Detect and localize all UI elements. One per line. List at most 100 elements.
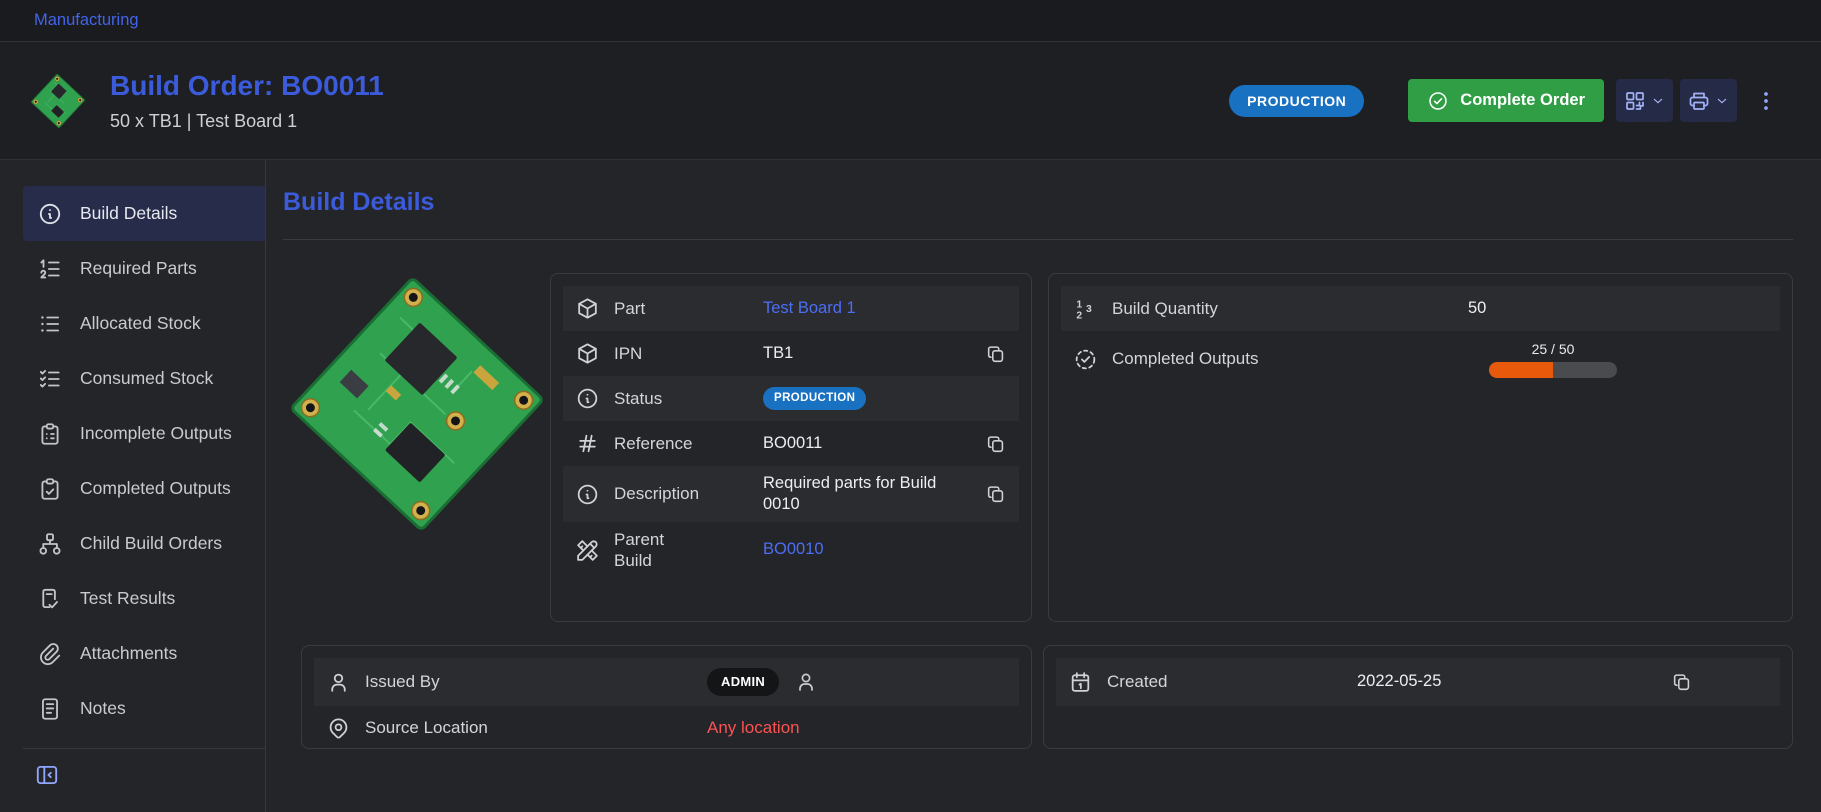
- complete-order-label: Complete Order: [1460, 91, 1585, 110]
- sidebar-divider: [23, 748, 265, 749]
- copy-icon: [985, 343, 1007, 365]
- hash-icon: [575, 431, 600, 456]
- progress-text: 25 / 50: [1532, 340, 1575, 358]
- complete-order-button[interactable]: Complete Order: [1408, 79, 1604, 122]
- copy-button[interactable]: [985, 433, 1007, 455]
- qrcode-icon: [1623, 89, 1647, 113]
- detail-label: IPN: [614, 343, 749, 364]
- svg-text:2: 2: [1076, 310, 1082, 321]
- svg-text:3: 3: [1086, 304, 1092, 315]
- page-title: Build Order: BO0011: [110, 70, 384, 102]
- sidebar-collapse-button[interactable]: [34, 759, 66, 791]
- map-pin-icon: [326, 716, 351, 741]
- sidebar-item-build-details[interactable]: Build Details: [23, 186, 265, 241]
- part-thumbnail[interactable]: [30, 73, 86, 129]
- issued-by-badge: ADMIN: [707, 668, 779, 697]
- sidebar-item-label: Build Details: [80, 203, 177, 224]
- main-panel: Build Details: [266, 160, 1821, 812]
- detail-row-created: Created 2022-05-25: [1056, 658, 1780, 706]
- breadcrumb: Manufacturing: [0, 0, 1821, 42]
- detail-label: Part: [614, 298, 749, 319]
- sidebar-item-required-parts[interactable]: Required Parts: [23, 241, 265, 296]
- detail-label: Completed Outputs: [1112, 348, 1454, 369]
- created-card: Created 2022-05-25: [1043, 645, 1793, 749]
- info-circle-icon: [575, 386, 600, 411]
- copy-button[interactable]: [985, 343, 1007, 365]
- file-check-icon: [37, 586, 63, 612]
- calendar-icon: [1068, 670, 1093, 695]
- list-numbers-icon: [37, 256, 63, 282]
- sidebar-item-attachments[interactable]: Attachments: [23, 626, 265, 681]
- detail-label: Created: [1107, 671, 1343, 692]
- list-check-icon: [37, 366, 63, 392]
- sidebar-item-label: Notes: [80, 698, 126, 719]
- sidebar-item-label: Completed Outputs: [80, 478, 231, 499]
- copy-icon: [985, 433, 1007, 455]
- clipboard-list-icon: [37, 421, 63, 447]
- sidebar-item-consumed-stock[interactable]: Consumed Stock: [23, 351, 265, 406]
- detail-label: Parent Build: [614, 529, 678, 572]
- numbers-123-icon: 123: [1073, 296, 1098, 321]
- sidebar-item-notes[interactable]: Notes: [23, 681, 265, 736]
- detail-row-status: Status PRODUCTION: [563, 376, 1019, 421]
- created-value: 2022-05-25: [1357, 671, 1441, 692]
- sidebar: Build Details Required Parts Allocated S…: [0, 160, 266, 812]
- panel-heading: Build Details: [283, 188, 1793, 217]
- qr-actions-button[interactable]: [1616, 79, 1673, 122]
- chevron-down-icon: [1650, 93, 1666, 109]
- sidebar-item-label: Consumed Stock: [80, 368, 213, 389]
- page-subtitle: 50 x TB1 | Test Board 1: [110, 111, 384, 132]
- detail-label: Description: [614, 483, 749, 504]
- sidebar-item-label: Incomplete Outputs: [80, 423, 232, 444]
- sidebar-item-completed-outputs[interactable]: Completed Outputs: [23, 461, 265, 516]
- sidebar-item-label: Attachments: [80, 643, 177, 664]
- parent-build-link[interactable]: BO0010: [763, 539, 824, 560]
- print-actions-button[interactable]: [1680, 79, 1737, 122]
- detail-row-parent-build: Parent Build BO0010: [563, 522, 1019, 578]
- sidebar-item-label: Child Build Orders: [80, 533, 222, 554]
- copy-button[interactable]: [1671, 671, 1693, 693]
- build-details-card: Part Test Board 1 IPN TB1: [550, 273, 1032, 622]
- detail-label: Issued By: [365, 671, 693, 692]
- copy-icon: [1671, 671, 1693, 693]
- chevron-down-icon: [1714, 93, 1730, 109]
- box-icon: [575, 296, 600, 321]
- detail-row-completed-outputs: Completed Outputs 25 / 50: [1061, 331, 1780, 387]
- more-actions-button[interactable]: [1753, 88, 1779, 114]
- detail-row-issued-by: Issued By ADMIN: [314, 658, 1019, 706]
- sidebar-collapse-icon: [34, 762, 60, 788]
- progress-bar-fill: [1489, 362, 1553, 378]
- sidebar-item-label: Test Results: [80, 588, 175, 609]
- source-location-value: Any location: [707, 717, 800, 739]
- notes-icon: [37, 696, 63, 722]
- user-icon: [794, 670, 818, 694]
- copy-button[interactable]: [985, 483, 1007, 505]
- heading-divider: [283, 239, 1793, 240]
- part-link[interactable]: Test Board 1: [763, 298, 856, 319]
- ipn-value: TB1: [763, 343, 793, 364]
- description-value: Required parts for Build 0010: [763, 473, 958, 516]
- detail-label: Build Quantity: [1112, 298, 1454, 319]
- info-circle-icon: [575, 482, 600, 507]
- sidebar-item-allocated-stock[interactable]: Allocated Stock: [23, 296, 265, 351]
- status-badge: PRODUCTION: [763, 387, 866, 410]
- detail-label: Reference: [614, 433, 749, 454]
- sidebar-item-test-results[interactable]: Test Results: [23, 571, 265, 626]
- sitemap-icon: [37, 531, 63, 557]
- info-circle-icon: [37, 201, 63, 227]
- list-icon: [37, 311, 63, 337]
- sidebar-item-child-build-orders[interactable]: Child Build Orders: [23, 516, 265, 571]
- box-icon: [575, 341, 600, 366]
- page-header: Build Order: BO0011 50 x TB1 | Test Boar…: [0, 42, 1821, 160]
- paperclip-icon: [37, 641, 63, 667]
- status-badge: PRODUCTION: [1229, 85, 1364, 117]
- dots-vertical-icon: [1753, 88, 1779, 114]
- part-image: [283, 273, 550, 573]
- sidebar-item-incomplete-outputs[interactable]: Incomplete Outputs: [23, 406, 265, 461]
- reference-value: BO0011: [763, 433, 822, 454]
- build-progress-card: 123 Build Quantity 50 Completed Outputs …: [1048, 273, 1793, 622]
- printer-icon: [1687, 89, 1711, 113]
- circle-check-icon: [1427, 90, 1449, 112]
- issue-card: Issued By ADMIN Source Location Any loca…: [301, 645, 1032, 749]
- breadcrumb-link-manufacturing[interactable]: Manufacturing: [34, 11, 139, 30]
